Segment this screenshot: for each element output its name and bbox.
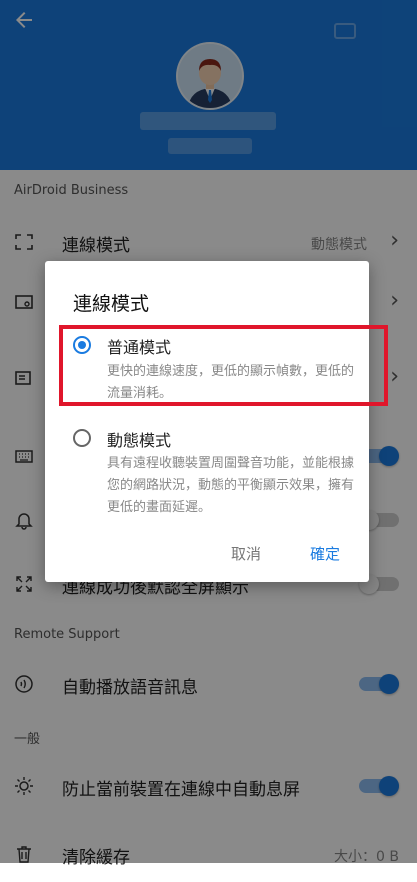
radio-dynamic-mode[interactable] bbox=[73, 429, 91, 447]
radio-normal-mode[interactable] bbox=[73, 336, 91, 354]
dialog-title: 連線模式 bbox=[73, 293, 150, 315]
connection-mode-dialog: 連線模式 普通模式 更快的連線速度，更低的顯示幀數，更低的流量消耗。 動態模式 … bbox=[45, 261, 388, 582]
option-normal-title: 普通模式 bbox=[107, 338, 172, 357]
option-normal-mode[interactable]: 普通模式 更快的連線速度，更低的顯示幀數，更低的流量消耗。 bbox=[45, 333, 369, 403]
option-dynamic-description: 具有遠程收聽裝置周圍聲音功能，並能根據您的網路狀況，動態的平衡顯示效果，擁有更低… bbox=[107, 456, 355, 515]
cancel-button[interactable]: 取消 bbox=[231, 543, 261, 564]
option-dynamic-title: 動態模式 bbox=[107, 431, 172, 450]
confirm-button[interactable]: 確定 bbox=[310, 543, 340, 564]
option-dynamic-mode[interactable]: 動態模式 具有遠程收聽裝置周圍聲音功能，並能根據您的網路狀況，動態的平衡顯示效果… bbox=[45, 427, 369, 517]
option-normal-description: 更快的連線速度，更低的顯示幀數，更低的流量消耗。 bbox=[107, 364, 355, 401]
